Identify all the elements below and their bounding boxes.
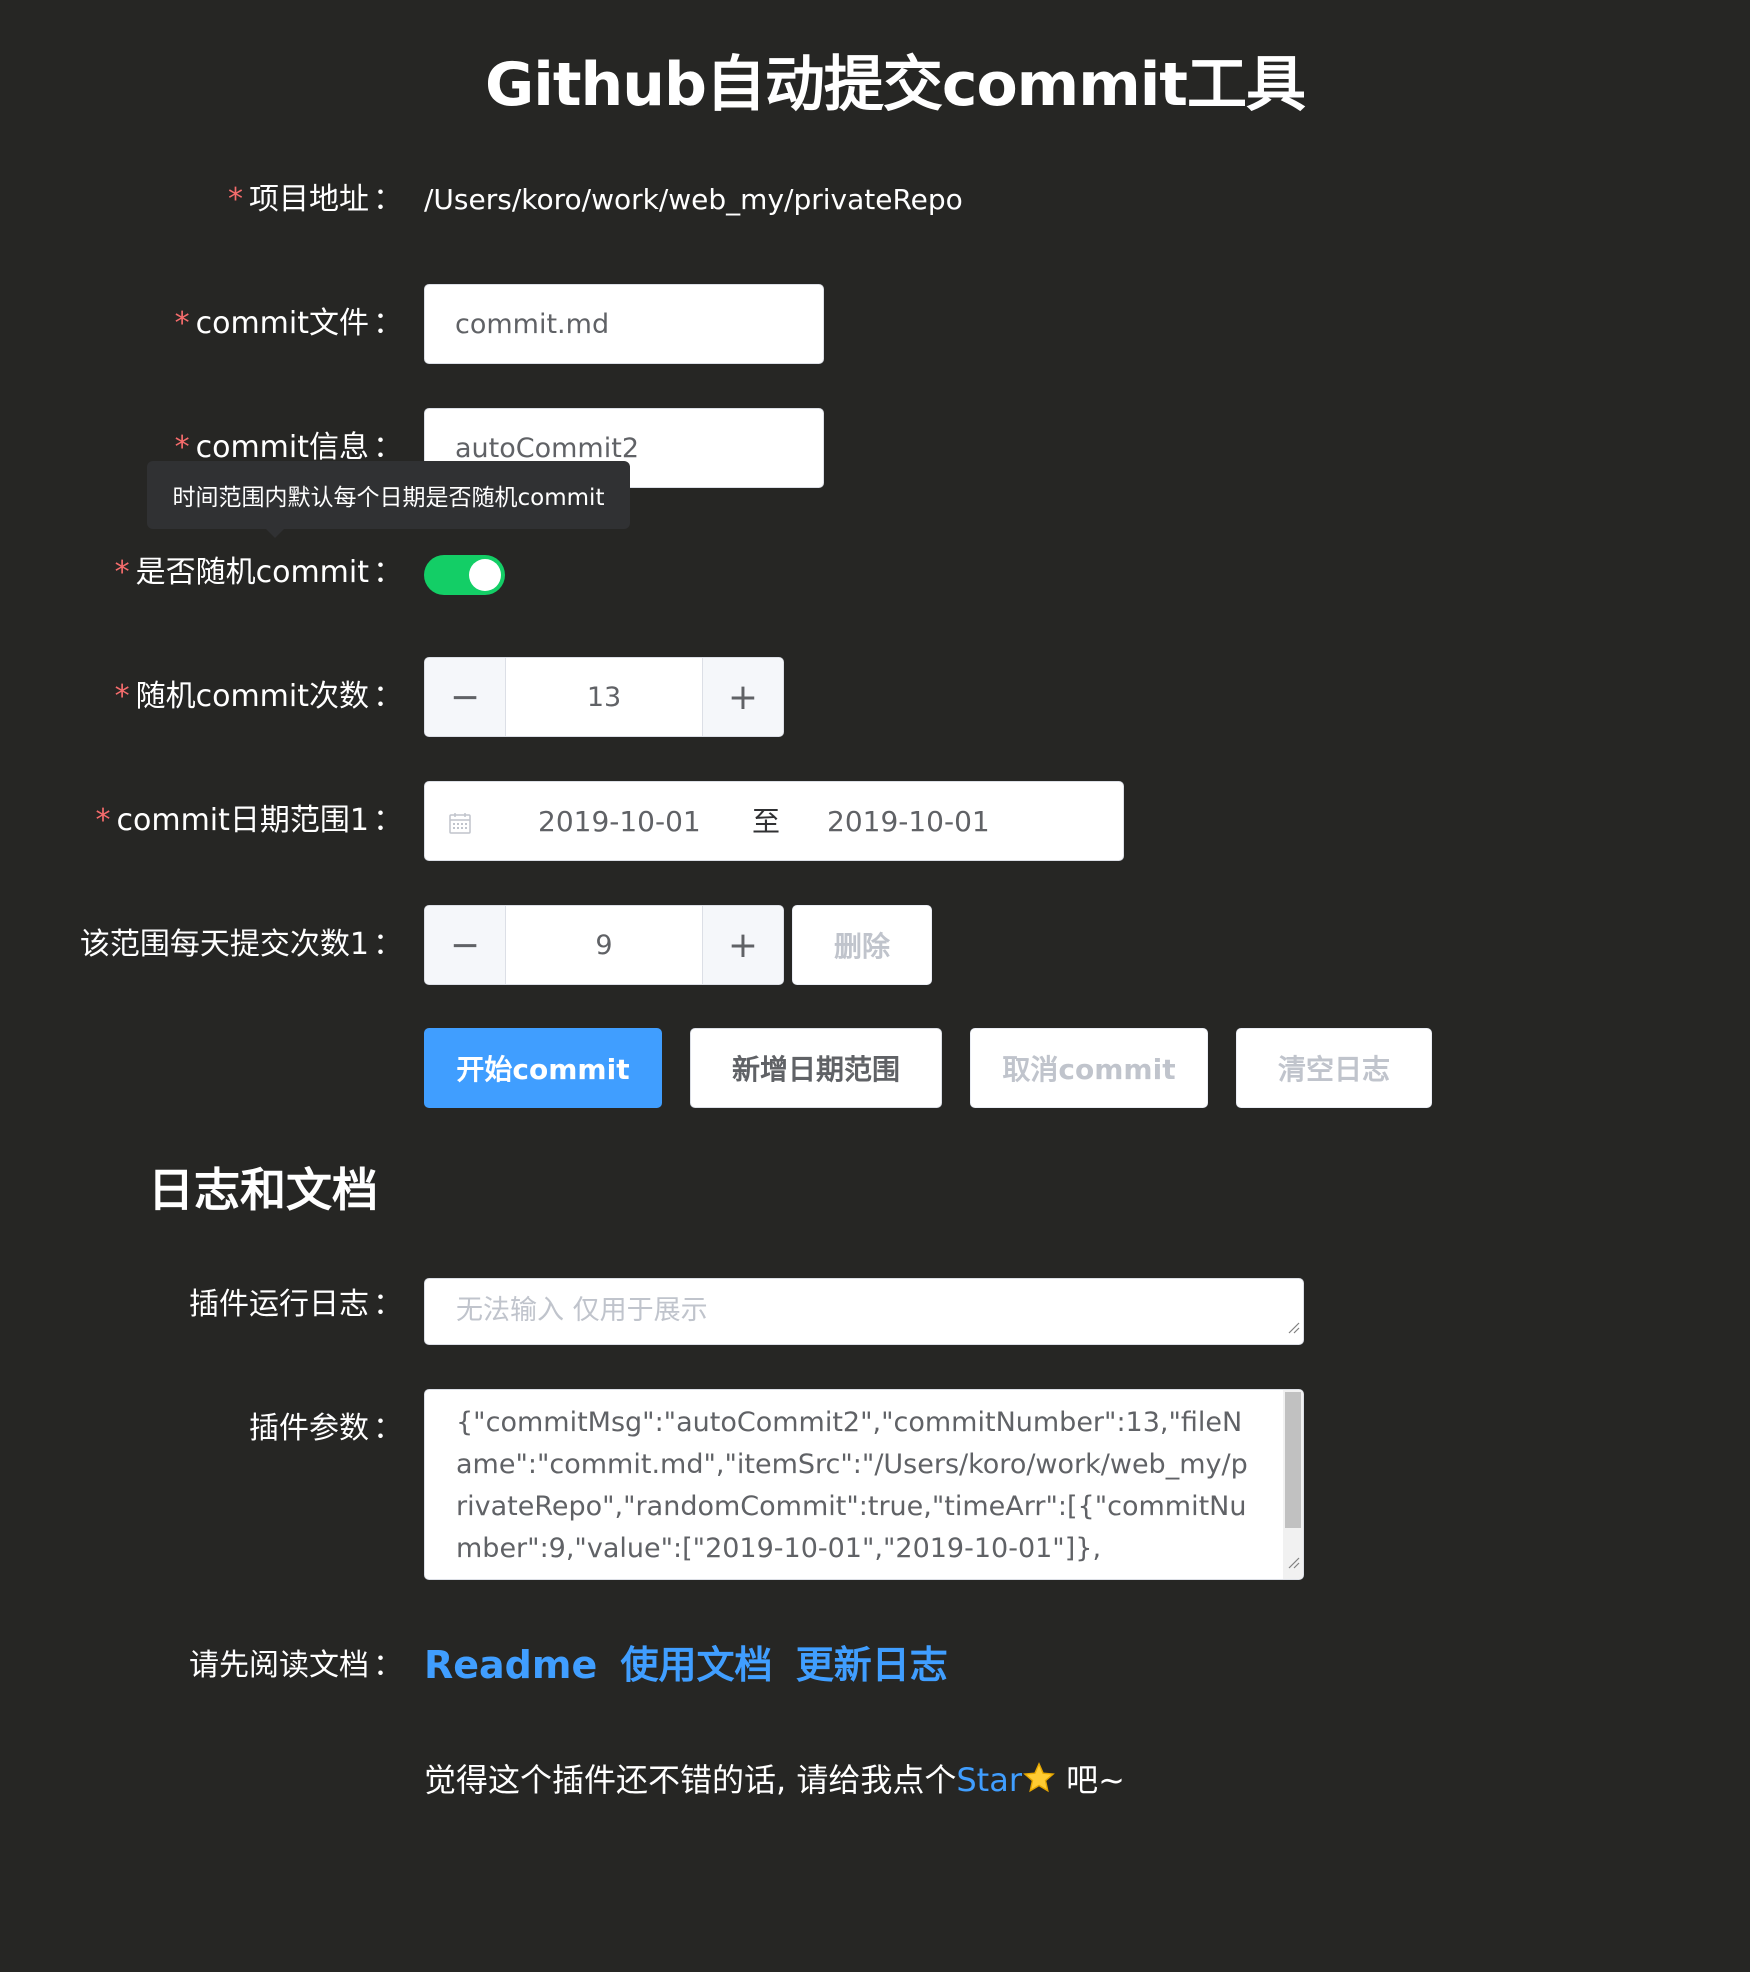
star-line-after: 吧~ — [1066, 1761, 1125, 1799]
required-mark: * — [174, 306, 190, 341]
star-line-before: 觉得这个插件还不错的话, 请给我点个 — [424, 1761, 957, 1799]
item-src-label-text: 项目地址 — [249, 182, 369, 217]
label-colon: ： — [373, 927, 403, 962]
label-colon: ： — [373, 1411, 403, 1446]
daily-count-label-text: 该范围每天提交次数1 — [79, 927, 369, 962]
star-request-line: 觉得这个插件还不错的话, 请给我点个Star 吧~ — [424, 1758, 1125, 1806]
page-title: Github自动提交commit工具 — [485, 50, 1306, 120]
label-colon: ： — [373, 1648, 403, 1683]
params-label-text: 插件参数 — [249, 1411, 369, 1446]
label-colon: ： — [373, 306, 403, 341]
date-range-separator: 至 — [752, 805, 781, 838]
switch-knob — [469, 559, 501, 591]
daily-count-value[interactable]: 9 — [506, 906, 702, 984]
log-label-text: 插件运行日志 — [189, 1287, 369, 1322]
random-commit-label: * 是否随机commit： — [115, 553, 403, 593]
random-count-label: * 随机commit次数： — [115, 677, 403, 717]
label-colon: ： — [373, 803, 403, 838]
changelog-link[interactable]: 更新日志 — [796, 1643, 948, 1687]
scrollbar-thumb[interactable] — [1285, 1392, 1301, 1528]
read-docs-label-text: 请先阅读文档 — [189, 1648, 369, 1683]
readme-link[interactable]: Readme — [424, 1643, 597, 1687]
label-colon: ： — [373, 679, 403, 714]
random-commit-label-text: 是否随机commit — [135, 555, 369, 590]
start-commit-button[interactable]: 开始commit — [424, 1028, 662, 1108]
random-count-value[interactable]: 13 — [506, 658, 702, 736]
params-value: {"commitMsg":"autoCommit2","commitNumber… — [456, 1407, 1248, 1564]
random-count-increase-button[interactable]: + — [702, 658, 783, 736]
date-range-label-text: commit日期范围1 — [116, 803, 369, 838]
required-mark: * — [228, 182, 243, 217]
random-count-decrease-button[interactable]: − — [425, 658, 506, 736]
clear-log-button[interactable]: 清空日志 — [1236, 1028, 1432, 1108]
file-name-input-value: commit.md — [455, 308, 610, 340]
label-colon: ： — [373, 430, 403, 465]
item-src-label: * 项目地址： — [228, 180, 403, 220]
daily-count-decrease-button[interactable]: − — [425, 906, 506, 984]
daily-count-label: 该范围每天提交次数1： — [80, 925, 403, 965]
label-colon: ： — [373, 182, 403, 217]
random-commit-tooltip: 时间范围内默认每个日期是否随机commit — [147, 461, 630, 529]
random-count-label-text: 随机commit次数 — [135, 679, 369, 714]
required-mark: * — [95, 803, 111, 838]
params-textarea[interactable]: {"commitMsg":"autoCommit2","commitNumber… — [424, 1389, 1304, 1580]
doc-links: Readme 使用文档 更新日志 — [424, 1640, 958, 1690]
date-range-picker[interactable]: 2019-10-01 至 2019-10-01 — [424, 781, 1124, 861]
required-mark: * — [114, 555, 130, 590]
cancel-commit-button[interactable]: 取消commit — [970, 1028, 1208, 1108]
date-range-label: * commit日期范围1： — [96, 801, 403, 841]
file-name-label-text: commit文件 — [195, 306, 369, 341]
item-src-value: /Users/koro/work/web_my/privateRepo — [424, 183, 963, 216]
read-docs-label: 请先阅读文档： — [189, 1646, 403, 1686]
required-mark: * — [114, 679, 130, 714]
calendar-icon — [448, 809, 472, 842]
star-icon — [1022, 1761, 1056, 1806]
params-label: 插件参数： — [249, 1409, 403, 1449]
label-colon: ： — [373, 1287, 403, 1322]
date-range-end[interactable]: 2019-10-01 — [827, 802, 990, 842]
star-link[interactable]: Star — [956, 1761, 1022, 1799]
commit-msg-input-value: autoCommit2 — [455, 432, 640, 464]
random-count-stepper: − 13 + — [424, 657, 784, 737]
commit-msg-label-text: commit信息 — [195, 430, 369, 465]
required-mark: * — [174, 430, 190, 465]
add-date-range-button[interactable]: 新增日期范围 — [690, 1028, 942, 1108]
daily-count-increase-button[interactable]: + — [702, 906, 783, 984]
file-name-label: * commit文件： — [175, 304, 403, 344]
usage-docs-link[interactable]: 使用文档 — [620, 1643, 772, 1687]
resize-grip-icon[interactable] — [1286, 1545, 1300, 1576]
label-colon: ： — [373, 555, 403, 590]
random-commit-switch[interactable] — [424, 555, 505, 595]
log-placeholder: 无法输入 仅用于展示 — [456, 1295, 708, 1326]
resize-grip-icon[interactable] — [1286, 1310, 1300, 1341]
log-textarea[interactable]: 无法输入 仅用于展示 — [424, 1278, 1304, 1345]
date-range-start[interactable]: 2019-10-01 — [538, 802, 701, 842]
tooltip-arrow — [266, 529, 284, 538]
file-name-input[interactable]: commit.md — [424, 284, 824, 364]
docs-section-title: 日志和文档 — [148, 1163, 378, 1217]
daily-count-stepper: − 9 + — [424, 905, 784, 985]
delete-range-button[interactable]: 删除 — [792, 905, 932, 985]
log-label: 插件运行日志： — [189, 1285, 403, 1325]
